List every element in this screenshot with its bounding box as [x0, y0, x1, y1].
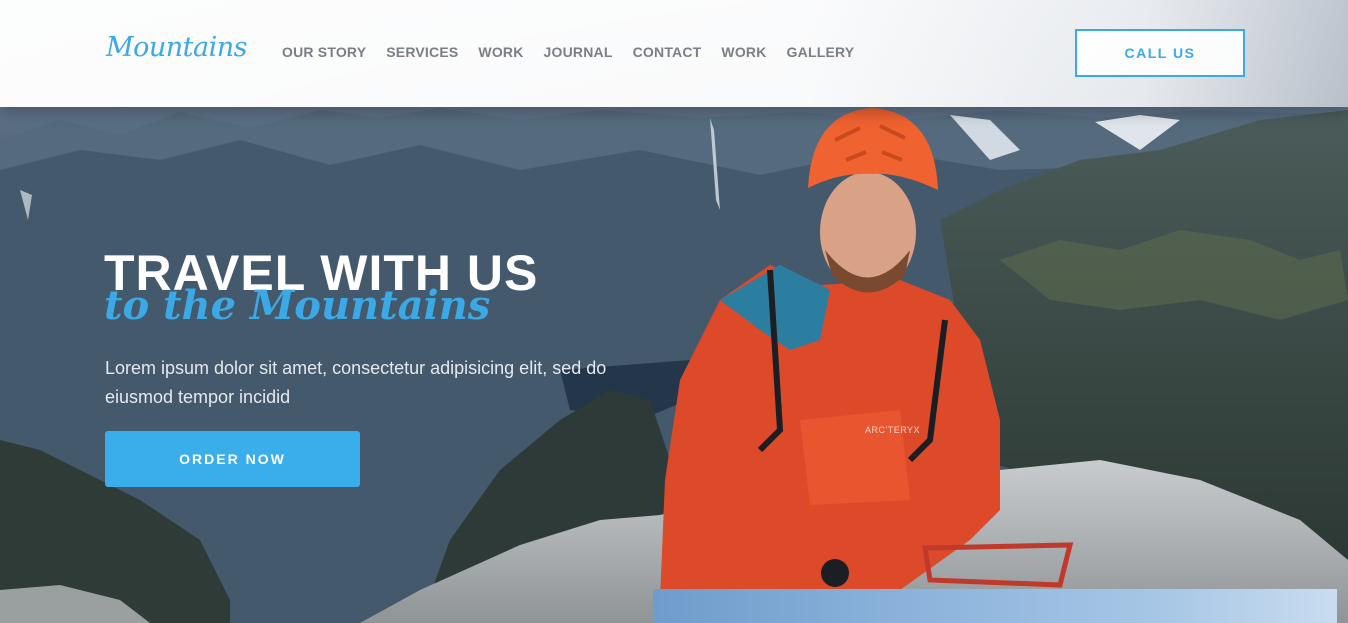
nav-item-services[interactable]: SERVICES	[386, 44, 458, 60]
order-now-button[interactable]: ORDER NOW	[105, 431, 360, 487]
hero-subtitle: to the Mountains	[104, 282, 491, 329]
nav-item-our-story[interactable]: OUR STORY	[282, 44, 366, 60]
nav-item-work[interactable]: WORK	[478, 44, 523, 60]
main-nav: OUR STORY SERVICES WORK JOURNAL CONTACT …	[282, 44, 874, 60]
site-header: Mountains OUR STORY SERVICES WORK JOURNA…	[0, 0, 1348, 107]
nav-item-gallery[interactable]: GALLERY	[787, 44, 855, 60]
hero-description: Lorem ipsum dolor sit amet, consectetur …	[105, 358, 607, 407]
call-us-button[interactable]: CALL US	[1075, 29, 1245, 77]
next-section-preview	[653, 589, 1337, 623]
jacket-brand-label: ARC'TERYX	[865, 425, 921, 435]
site-logo[interactable]: Mountains	[106, 32, 248, 63]
nav-item-journal[interactable]: JOURNAL	[544, 44, 613, 60]
nav-item-contact[interactable]: CONTACT	[633, 44, 702, 60]
nav-item-work-2[interactable]: WORK	[721, 44, 766, 60]
